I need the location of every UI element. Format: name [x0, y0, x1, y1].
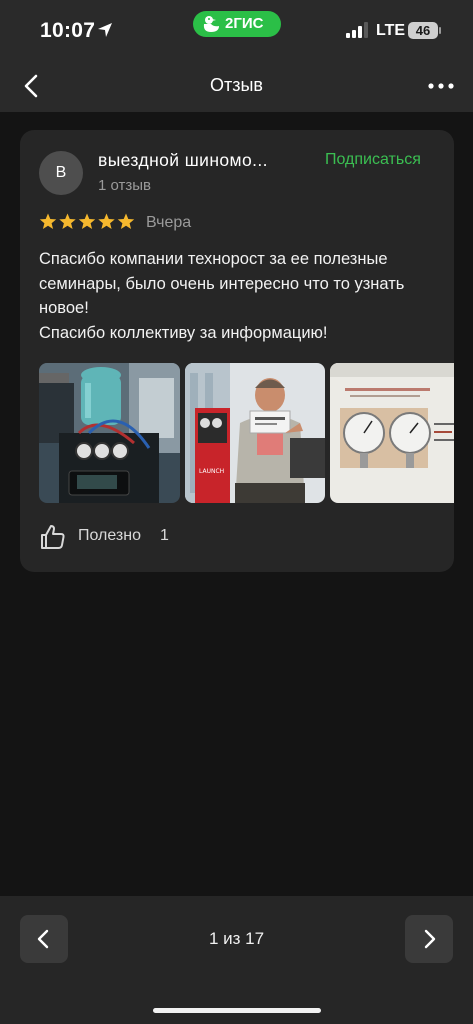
battery-indicator: 46 [408, 22, 438, 39]
next-review-button[interactable] [405, 915, 453, 963]
page-title: Отзыв [210, 75, 263, 95]
review-card: В выездной шиномо... 1 отзыв Подписаться… [20, 130, 454, 572]
review-text-line: Спасибо компании технорост за ее полезны… [39, 250, 405, 317]
duck-logo-icon [203, 16, 219, 32]
star-icon [117, 213, 135, 229]
app-badge-label: 2ГИС [225, 15, 264, 32]
subscribe-button[interactable]: Подписаться [325, 151, 421, 169]
star-icon [98, 213, 115, 229]
star-icon [78, 213, 96, 229]
review-text: Спасибо компании технорост за ее полезны… [39, 247, 443, 345]
star-icon [59, 213, 76, 229]
battery-cap [439, 27, 441, 34]
photo-carousel[interactable]: LAUNCH [39, 363, 454, 503]
pager-counter: 1 из 17 [208, 929, 265, 948]
signal-bars-icon [346, 22, 368, 38]
network-type: LTE [376, 22, 406, 39]
home-indicator[interactable] [153, 1008, 321, 1013]
photo-refrigerant-station [39, 363, 180, 503]
app-badge[interactable]: 2ГИС [193, 11, 281, 37]
thumb-up-icon [41, 525, 65, 549]
svg-text:LAUNCH: LAUNCH [199, 468, 224, 475]
photo-man-with-certificate: LAUNCH [185, 363, 325, 503]
review-photo-1[interactable] [39, 363, 180, 503]
review-photo-3[interactable] [330, 363, 454, 503]
author-review-count: 1 отзыв [98, 177, 152, 194]
more-options-button[interactable] [424, 72, 458, 100]
review-photo-2[interactable]: LAUNCH [185, 363, 325, 503]
chevron-right-icon [424, 929, 436, 949]
avatar[interactable]: В [39, 151, 83, 195]
nav-bar: Отзыв [0, 60, 473, 112]
review-text-line: Спасибо коллективу за информацию! [39, 323, 328, 342]
more-dots-icon [428, 83, 454, 89]
location-arrow-icon [98, 23, 112, 37]
rating-stars [39, 213, 135, 229]
status-bar: 10:07 2ГИС LTE 46 [0, 0, 473, 60]
review-date: Вчера [146, 214, 192, 231]
star-icon [39, 213, 57, 229]
pager-bar: 1 из 17 [0, 896, 473, 1024]
author-name[interactable]: выездной шиномо... [98, 150, 308, 171]
helpful-count: 1 [160, 527, 169, 544]
photo-presentation-slide [330, 363, 454, 503]
status-time: 10:07 [40, 19, 96, 42]
helpful-label: Полезно [78, 527, 141, 544]
